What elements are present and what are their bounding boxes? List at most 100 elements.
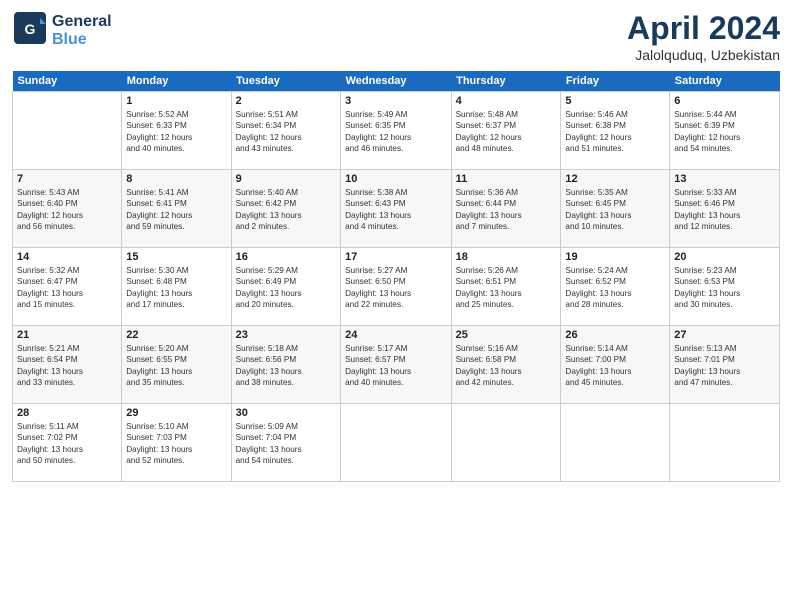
calendar-cell: 17 Sunrise: 5:27 AM Sunset: 6:50 PM Dayli… xyxy=(341,248,452,326)
day-number: 19 xyxy=(565,251,665,263)
day-number: 27 xyxy=(674,329,775,341)
calendar-header-row: SundayMondayTuesdayWednesdayThursdayFrid… xyxy=(13,71,780,92)
calendar-week-row: 14Sunrise: 5:32 AM Sunset: 6:47 PM Dayli… xyxy=(13,248,780,326)
calendar-cell: 18 Sunrise: 5:26 AM Sunset: 6:51 PM Dayli… xyxy=(451,248,561,326)
day-number: 11 xyxy=(456,173,557,185)
day-number: 18 xyxy=(456,251,557,263)
calendar-cell: 26 Sunrise: 5:14 AM Sunset: 7:00 PM Dayli… xyxy=(561,326,670,404)
calendar-cell xyxy=(451,404,561,482)
calendar-cell: 22 Sunrise: 5:20 AM Sunset: 6:55 PM Dayli… xyxy=(122,326,231,404)
day-detail: Sunrise: 5:41 AM Sunset: 6:41 PM Dayligh… xyxy=(126,187,226,233)
day-detail: Sunrise: 5:51 AM Sunset: 6:34 PM Dayligh… xyxy=(236,109,336,155)
day-detail: Sunrise: 5:14 AM Sunset: 7:00 PM Dayligh… xyxy=(565,343,665,389)
calendar-cell: 29Sunrise: 5:10 AM Sunset: 7:03 PM Dayli… xyxy=(122,404,231,482)
calendar-cell: 8 Sunrise: 5:41 AM Sunset: 6:41 PM Daylig… xyxy=(122,170,231,248)
calendar-cell: 14Sunrise: 5:32 AM Sunset: 6:47 PM Dayli… xyxy=(13,248,122,326)
day-number: 21 xyxy=(17,329,117,341)
calendar-cell: 4 Sunrise: 5:48 AM Sunset: 6:37 PM Daylig… xyxy=(451,92,561,170)
day-detail: Sunrise: 5:38 AM Sunset: 6:43 PM Dayligh… xyxy=(345,187,447,233)
logo-blue: Blue xyxy=(52,31,112,49)
calendar-cell xyxy=(561,404,670,482)
day-detail: Sunrise: 5:27 AM Sunset: 6:50 PM Dayligh… xyxy=(345,265,447,311)
calendar-cell xyxy=(670,404,780,482)
day-detail: Sunrise: 5:40 AM Sunset: 6:42 PM Dayligh… xyxy=(236,187,336,233)
day-detail: Sunrise: 5:13 AM Sunset: 7:01 PM Dayligh… xyxy=(674,343,775,389)
location-title: Jalolquduq, Uzbekistan xyxy=(627,47,780,63)
day-detail: Sunrise: 5:52 AM Sunset: 6:33 PM Dayligh… xyxy=(126,109,226,155)
day-detail: Sunrise: 5:46 AM Sunset: 6:38 PM Dayligh… xyxy=(565,109,665,155)
day-number: 20 xyxy=(674,251,775,263)
day-number: 23 xyxy=(236,329,336,341)
calendar-week-row: 28 Sunrise: 5:11 AM Sunset: 7:02 PM Dayli… xyxy=(13,404,780,482)
day-detail: Sunrise: 5:24 AM Sunset: 6:52 PM Dayligh… xyxy=(565,265,665,311)
day-number: 7 xyxy=(17,173,117,185)
title-block: April 2024 Jalolquduq, Uzbekistan xyxy=(627,10,780,63)
calendar-day-header: Wednesday xyxy=(341,71,452,92)
calendar-cell: 6 Sunrise: 5:44 AM Sunset: 6:39 PM Daylig… xyxy=(670,92,780,170)
day-number: 22 xyxy=(126,329,226,341)
header: G General Blue April 2024 Jalolquduq, Uz… xyxy=(12,10,780,63)
calendar-cell: 9 Sunrise: 5:40 AM Sunset: 6:42 PM Daylig… xyxy=(231,170,340,248)
calendar-day-header: Tuesday xyxy=(231,71,340,92)
day-number: 25 xyxy=(456,329,557,341)
logo-icon: G xyxy=(12,10,48,46)
svg-text:G: G xyxy=(25,21,36,37)
day-number: 9 xyxy=(236,173,336,185)
day-number: 28 xyxy=(17,407,117,419)
calendar-week-row: 7Sunrise: 5:43 AM Sunset: 6:40 PM Daylig… xyxy=(13,170,780,248)
day-detail: Sunrise: 5:48 AM Sunset: 6:37 PM Dayligh… xyxy=(456,109,557,155)
day-number: 26 xyxy=(565,329,665,341)
day-detail: Sunrise: 5:09 AM Sunset: 7:04 PM Dayligh… xyxy=(236,421,336,467)
day-number: 30 xyxy=(236,407,336,419)
calendar-week-row: 1 Sunrise: 5:52 AM Sunset: 6:33 PM Daylig… xyxy=(13,92,780,170)
day-detail: Sunrise: 5:23 AM Sunset: 6:53 PM Dayligh… xyxy=(674,265,775,311)
day-detail: Sunrise: 5:10 AM Sunset: 7:03 PM Dayligh… xyxy=(126,421,226,467)
day-detail: Sunrise: 5:29 AM Sunset: 6:49 PM Dayligh… xyxy=(236,265,336,311)
calendar-cell: 23Sunrise: 5:18 AM Sunset: 6:56 PM Dayli… xyxy=(231,326,340,404)
day-detail: Sunrise: 5:33 AM Sunset: 6:46 PM Dayligh… xyxy=(674,187,775,233)
day-number: 1 xyxy=(126,95,226,107)
calendar: SundayMondayTuesdayWednesdayThursdayFrid… xyxy=(12,71,780,482)
logo: G General Blue xyxy=(12,10,112,51)
day-number: 14 xyxy=(17,251,117,263)
calendar-cell: 24Sunrise: 5:17 AM Sunset: 6:57 PM Dayli… xyxy=(341,326,452,404)
day-detail: Sunrise: 5:30 AM Sunset: 6:48 PM Dayligh… xyxy=(126,265,226,311)
calendar-day-header: Sunday xyxy=(13,71,122,92)
calendar-cell: 15Sunrise: 5:30 AM Sunset: 6:48 PM Dayli… xyxy=(122,248,231,326)
day-detail: Sunrise: 5:49 AM Sunset: 6:35 PM Dayligh… xyxy=(345,109,447,155)
day-detail: Sunrise: 5:17 AM Sunset: 6:57 PM Dayligh… xyxy=(345,343,447,389)
calendar-cell: 30 Sunrise: 5:09 AM Sunset: 7:04 PM Dayli… xyxy=(231,404,340,482)
calendar-cell: 2 Sunrise: 5:51 AM Sunset: 6:34 PM Daylig… xyxy=(231,92,340,170)
calendar-cell: 1 Sunrise: 5:52 AM Sunset: 6:33 PM Daylig… xyxy=(122,92,231,170)
day-number: 2 xyxy=(236,95,336,107)
calendar-cell: 20 Sunrise: 5:23 AM Sunset: 6:53 PM Dayli… xyxy=(670,248,780,326)
calendar-cell xyxy=(13,92,122,170)
day-number: 13 xyxy=(674,173,775,185)
day-detail: Sunrise: 5:11 AM Sunset: 7:02 PM Dayligh… xyxy=(17,421,117,467)
day-number: 5 xyxy=(565,95,665,107)
month-title: April 2024 xyxy=(627,10,780,47)
calendar-day-header: Monday xyxy=(122,71,231,92)
calendar-day-header: Saturday xyxy=(670,71,780,92)
calendar-cell: 11 Sunrise: 5:36 AM Sunset: 6:44 PM Dayli… xyxy=(451,170,561,248)
day-number: 10 xyxy=(345,173,447,185)
day-number: 6 xyxy=(674,95,775,107)
day-detail: Sunrise: 5:20 AM Sunset: 6:55 PM Dayligh… xyxy=(126,343,226,389)
day-detail: Sunrise: 5:36 AM Sunset: 6:44 PM Dayligh… xyxy=(456,187,557,233)
calendar-day-header: Friday xyxy=(561,71,670,92)
day-detail: Sunrise: 5:44 AM Sunset: 6:39 PM Dayligh… xyxy=(674,109,775,155)
calendar-cell: 16Sunrise: 5:29 AM Sunset: 6:49 PM Dayli… xyxy=(231,248,340,326)
day-number: 4 xyxy=(456,95,557,107)
calendar-cell: 7Sunrise: 5:43 AM Sunset: 6:40 PM Daylig… xyxy=(13,170,122,248)
day-number: 8 xyxy=(126,173,226,185)
day-detail: Sunrise: 5:26 AM Sunset: 6:51 PM Dayligh… xyxy=(456,265,557,311)
day-number: 17 xyxy=(345,251,447,263)
calendar-cell: 13 Sunrise: 5:33 AM Sunset: 6:46 PM Dayli… xyxy=(670,170,780,248)
calendar-cell: 27 Sunrise: 5:13 AM Sunset: 7:01 PM Dayli… xyxy=(670,326,780,404)
day-detail: Sunrise: 5:35 AM Sunset: 6:45 PM Dayligh… xyxy=(565,187,665,233)
calendar-cell: 3Sunrise: 5:49 AM Sunset: 6:35 PM Daylig… xyxy=(341,92,452,170)
calendar-cell: 10 Sunrise: 5:38 AM Sunset: 6:43 PM Dayli… xyxy=(341,170,452,248)
calendar-cell: 5 Sunrise: 5:46 AM Sunset: 6:38 PM Daylig… xyxy=(561,92,670,170)
day-detail: Sunrise: 5:16 AM Sunset: 6:58 PM Dayligh… xyxy=(456,343,557,389)
calendar-cell: 12Sunrise: 5:35 AM Sunset: 6:45 PM Dayli… xyxy=(561,170,670,248)
